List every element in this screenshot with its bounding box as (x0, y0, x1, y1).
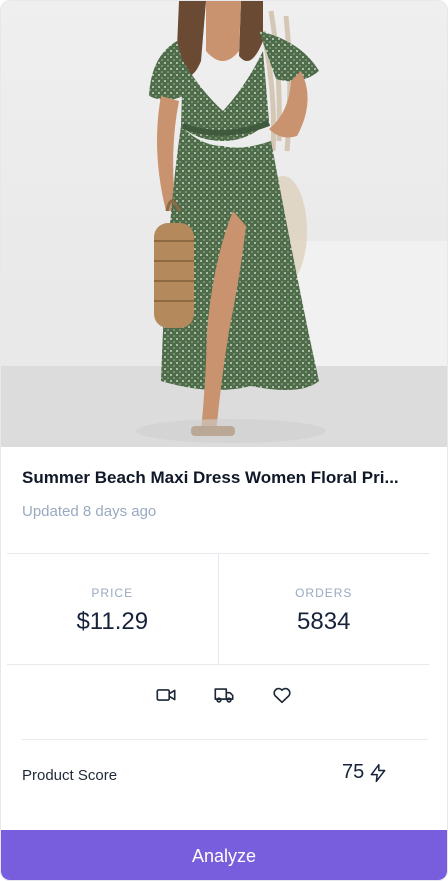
orders-stat: ORDERS 5834 (217, 554, 430, 664)
price-value: $11.29 (76, 608, 149, 635)
orders-value: 5834 (297, 608, 351, 635)
action-icons (1, 684, 447, 708)
product-score-value: 75 (342, 761, 365, 783)
product-title[interactable]: Summer Beach Maxi Dress Women Floral Pri… (22, 468, 422, 488)
price-stat: PRICE $11.29 (7, 554, 218, 664)
product-score: 75 (342, 761, 388, 784)
product-score-label: Product Score (22, 767, 118, 784)
bolt-icon (368, 763, 388, 783)
analyze-button[interactable]: Analyze (1, 830, 447, 880)
video-icon[interactable] (155, 684, 177, 706)
divider (22, 739, 428, 740)
product-image[interactable] (1, 1, 447, 447)
heart-icon[interactable] (271, 684, 293, 706)
stats-panel: PRICE $11.29 ORDERS 5834 (7, 553, 429, 665)
updated-timestamp: Updated 8 days ago (22, 503, 157, 520)
price-label: PRICE (91, 586, 134, 600)
product-card: Summer Beach Maxi Dress Women Floral Pri… (0, 0, 448, 881)
orders-label: ORDERS (295, 586, 353, 600)
truck-icon[interactable] (213, 684, 235, 706)
